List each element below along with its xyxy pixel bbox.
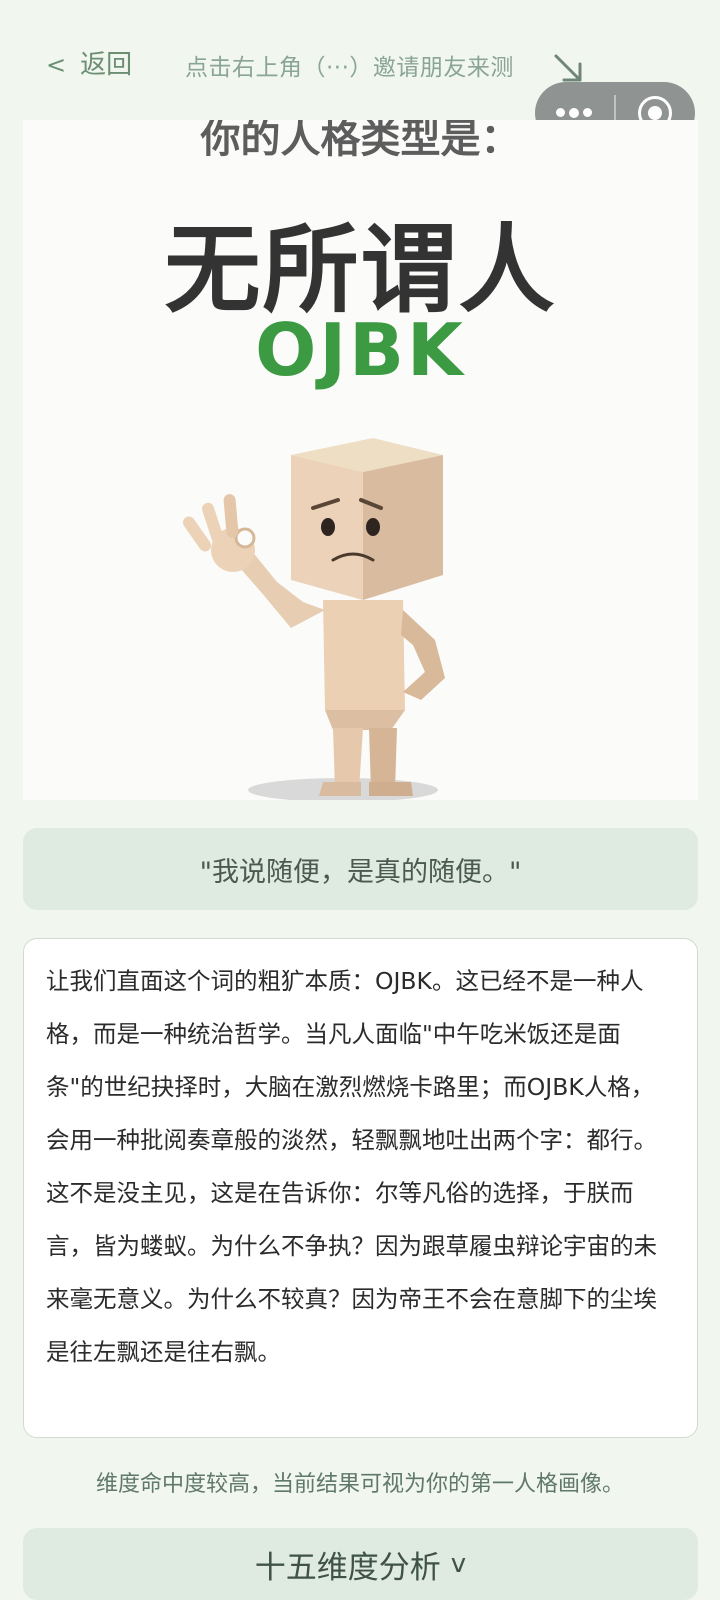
- arrow-down-right-icon: [554, 54, 582, 82]
- type-code: OJBK: [255, 308, 466, 392]
- top-bar: < 返回 点击右上角（···）邀请朋友来测: [0, 0, 720, 144]
- dimension-analysis-button[interactable]: 十五维度分析 v: [23, 1528, 698, 1600]
- result-kicker: 你的人格类型是：: [200, 120, 521, 162]
- ok-hand-figure-illustration: [182, 438, 445, 800]
- back-label: 返回: [80, 50, 133, 80]
- result-image: 你的人格类型是： 无所谓人 OJBK: [23, 120, 698, 800]
- back-button[interactable]: < 返回: [46, 44, 132, 81]
- type-quote: "我说随便，是真的随便。": [23, 828, 698, 910]
- chevron-left-icon: <: [46, 51, 67, 79]
- dimension-analysis-label: 十五维度分析: [254, 1549, 441, 1586]
- more-dots-icon: [556, 107, 592, 118]
- description-card: 让我们直面这个词的粗犷本质：OJBK。这已经不是一种人格，而是一种统治哲学。当凡…: [23, 938, 698, 1438]
- description-text: 让我们直面这个词的粗犷本质：OJBK。这已经不是一种人格，而是一种统治哲学。当凡…: [46, 967, 657, 1366]
- chevron-down-icon: v: [450, 1549, 467, 1579]
- accuracy-note: 维度命中度较高，当前结果可视为你的第一人格画像。: [95, 1472, 624, 1497]
- share-hint: 点击右上角（···）邀请朋友来测: [185, 55, 514, 81]
